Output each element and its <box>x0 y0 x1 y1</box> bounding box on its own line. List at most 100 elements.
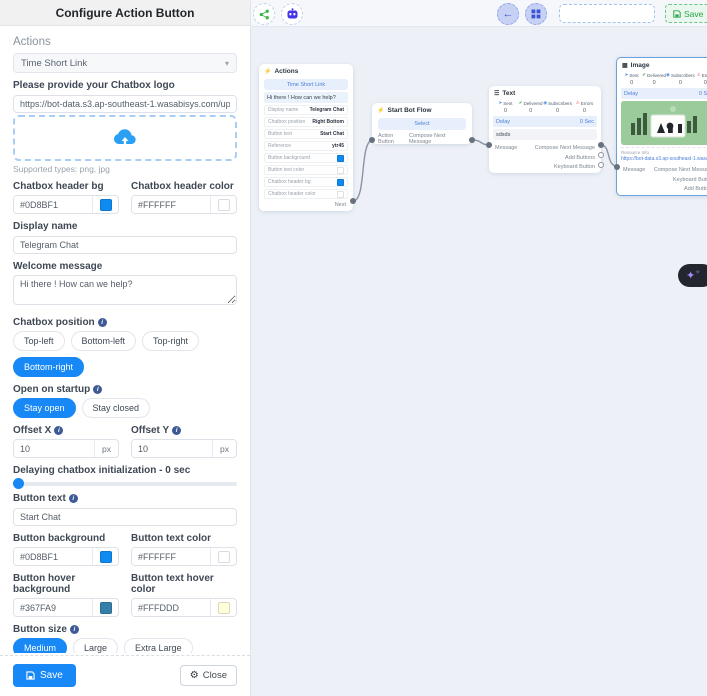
slider-thumb[interactable] <box>13 478 24 489</box>
sparkles-icon: ✦✧ <box>686 269 700 282</box>
subscribers-icon: ◉ <box>666 72 670 78</box>
button-text-hover-color-swatch[interactable] <box>210 599 236 616</box>
node-row: Chatbox positionRight Bottom <box>264 117 348 127</box>
output-port[interactable] <box>598 162 604 168</box>
action-type-value: Time Short Link <box>21 58 87 69</box>
logo-upload-dropzone[interactable] <box>13 115 237 161</box>
node-title: Actions <box>274 68 298 75</box>
errors-icon: ⚠ <box>697 72 701 78</box>
node-image[interactable]: ▦ Image ➤Sent0 ✔Delivered0 ◉Subscribers0… <box>616 57 707 196</box>
flow-canvas[interactable]: ← Save ⚡ Actions Time Short Link <box>251 0 707 696</box>
header-color-label: Chatbox header color <box>131 181 237 192</box>
chevron-down-icon: ▾ <box>225 59 229 68</box>
chatbox-logo-input[interactable] <box>13 95 237 113</box>
info-icon: i <box>70 625 79 634</box>
button-background-swatch[interactable] <box>92 548 118 565</box>
offset-x-unit: px <box>94 440 118 457</box>
button-text-hover-color-input[interactable] <box>132 599 210 616</box>
configure-action-panel: Configure Action Button Actions Time Sho… <box>0 0 251 696</box>
delivered-icon: ✔ <box>642 72 646 78</box>
position-bottom-right[interactable]: Bottom-right <box>13 357 84 377</box>
image-thumbnail[interactable] <box>621 101 707 145</box>
delay-row[interactable]: Delay0 Sec <box>493 116 597 127</box>
startup-stay-open[interactable]: Stay open <box>13 398 76 418</box>
position-bottom-left[interactable]: Bottom-left <box>71 331 137 351</box>
supported-types-hint: Supported types: png, jpg <box>13 164 237 174</box>
text-content[interactable]: sdsds <box>493 129 597 140</box>
output-port[interactable] <box>598 142 604 148</box>
button-text-color-label: Button text color <box>131 533 237 544</box>
action-type-select[interactable]: Time Short Link ▾ <box>13 53 237 73</box>
input-port[interactable] <box>486 142 492 148</box>
button-hover-background-swatch[interactable] <box>92 599 118 616</box>
next-output-label: Next <box>259 201 353 211</box>
delay-init-label: Delaying chatbox initialization - 0 sec <box>13 465 237 476</box>
button-hover-background-input[interactable] <box>14 599 92 616</box>
header-color-swatch[interactable] <box>210 196 236 213</box>
resource-link[interactable]: https://bot-data.s3.ap-southeast-1.wasab… <box>621 156 707 162</box>
node-start-bot-flow[interactable]: ⚡ Start Bot Flow Select Action Button Co… <box>372 103 472 144</box>
output-port-next[interactable] <box>350 198 356 204</box>
offset-y-unit: px <box>212 440 236 457</box>
button-text-color-input[interactable] <box>132 548 210 565</box>
arrow-left-icon: ← <box>503 8 514 20</box>
button-text-input[interactable] <box>13 508 237 526</box>
sent-icon: ➤ <box>625 72 629 78</box>
node-title: Start Bot Flow <box>387 107 431 114</box>
node-row: Referenceytr45 <box>264 141 348 151</box>
startup-stay-closed[interactable]: Stay closed <box>82 398 151 418</box>
header-color-input[interactable] <box>132 196 210 213</box>
open-on-startup-label: Open on startupi <box>13 384 237 395</box>
back-button[interactable]: ← <box>497 3 519 25</box>
gear-icon: ⚙ <box>190 671 199 681</box>
info-icon: i <box>172 426 181 435</box>
offset-x-label: Offset Xi <box>13 425 119 436</box>
floppy-icon <box>26 671 35 680</box>
share-button[interactable] <box>253 3 275 25</box>
color-swatch <box>337 167 344 174</box>
panel-body: Actions Time Short Link ▾ Please provide… <box>0 26 250 653</box>
bot-button[interactable] <box>281 3 303 25</box>
size-extra-large[interactable]: Extra Large <box>124 638 193 653</box>
button-background-label: Button background <box>13 533 119 544</box>
header-bg-input[interactable] <box>14 196 92 213</box>
size-medium[interactable]: Medium <box>13 638 67 653</box>
offset-y-input[interactable] <box>132 440 212 457</box>
node-row: Chatbox header bg <box>264 177 348 187</box>
node-text[interactable]: ☰ Text ➤Sent0 ✔Delivered0 ◉Subscribers0 … <box>489 86 601 173</box>
button-background-input[interactable] <box>14 548 92 565</box>
errors-icon: ⚠ <box>576 100 580 106</box>
input-port[interactable] <box>369 137 375 143</box>
header-bg-swatch[interactable] <box>92 196 118 213</box>
node-action-pill[interactable]: Time Short Link <box>264 79 348 90</box>
close-button[interactable]: ⚙ Close <box>180 665 237 686</box>
layout-grid-button[interactable] <box>525 3 547 25</box>
flow-save-button[interactable]: Save <box>665 4 707 23</box>
info-icon: i <box>93 385 102 394</box>
display-name-label: Display name <box>13 221 237 232</box>
offset-x-input[interactable] <box>14 440 94 457</box>
output-port-label: Add Buttons <box>565 155 595 161</box>
button-text-color-swatch[interactable] <box>210 548 236 565</box>
position-top-right[interactable]: Top-right <box>142 331 199 351</box>
node-actions[interactable]: ⚡ Actions Time Short Link Hi there ! How… <box>259 64 353 211</box>
welcome-message-textarea[interactable]: Hi there ! How can we help? <box>13 275 237 305</box>
flow-name-input[interactable] <box>559 4 655 23</box>
save-button[interactable]: Save <box>13 664 76 687</box>
output-port-label: Add Buttons <box>684 186 707 192</box>
position-top-left[interactable]: Top-left <box>13 331 65 351</box>
output-port[interactable] <box>598 152 604 158</box>
input-port[interactable] <box>614 164 620 170</box>
display-name-input[interactable] <box>13 236 237 254</box>
app-window: Configure Action Button Actions Time Sho… <box>0 0 707 696</box>
node-stats: ➤Sent0 ✔Delivered0 ◉Subscribers0 ⚠Errors… <box>621 72 707 86</box>
output-port[interactable] <box>469 137 475 143</box>
delay-row[interactable]: Delay0 Sec <box>621 88 707 99</box>
ai-assistant-button[interactable]: ✦✧ <box>678 264 707 287</box>
input-port-label: Message <box>623 167 645 173</box>
robot-icon <box>286 8 299 20</box>
action-icon: ⚡ <box>264 68 271 75</box>
delay-slider[interactable] <box>13 482 237 486</box>
select-button[interactable]: Select <box>378 118 466 130</box>
size-large[interactable]: Large <box>73 638 118 653</box>
